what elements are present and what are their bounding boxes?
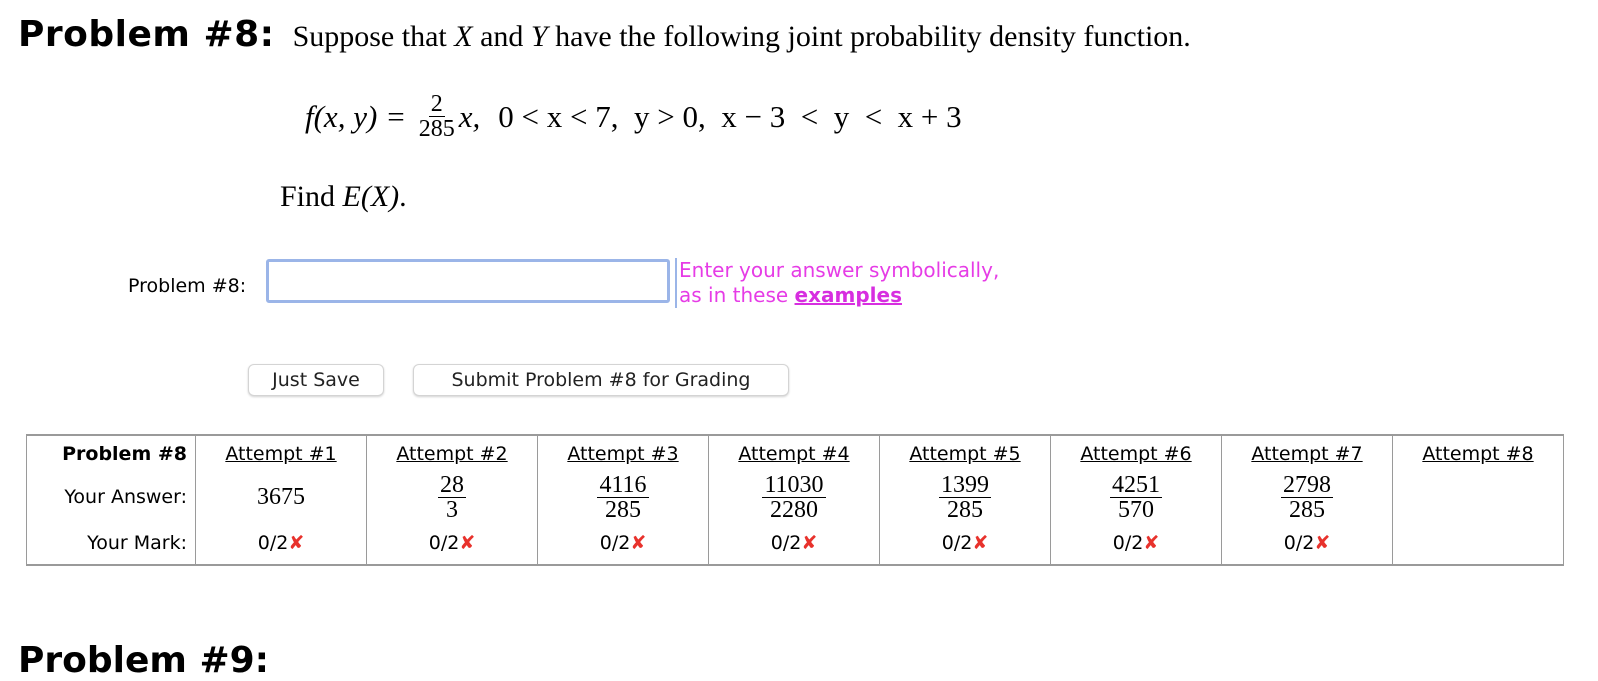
wrong-x-icon: ✘	[288, 532, 305, 554]
attempt-6-mark: 0/2✘	[1050, 522, 1222, 566]
hint-line-1: Enter your answer symbolically,	[679, 258, 1000, 282]
wrong-x-icon: ✘	[1143, 532, 1160, 554]
submit-for-grading-button[interactable]: Submit Problem #8 for Grading	[413, 364, 789, 396]
answer-label: Problem #8:	[128, 275, 247, 297]
attempt-6-answer: 4251 570	[1050, 472, 1222, 523]
wrong-x-icon: ✘	[972, 532, 989, 554]
attempt-7-numerator: 2798	[1281, 472, 1333, 498]
attempt-4-denominator: 2280	[769, 497, 818, 523]
intro-after: have the following joint probability den…	[555, 20, 1191, 53]
marks-row: Your Mark: 0/2✘ 0/2✘ 0/2✘ 0/2✘ 0/2✘ 0/2✘…	[26, 522, 1564, 566]
answers-row: Your Answer: 3675 28 3 4116 285 11030 2280 …	[26, 472, 1564, 523]
problem-statement: Problem #8: Suppose that X and Y have th…	[18, 14, 1191, 64]
formula-rhs-var: x,	[458, 98, 481, 134]
formula-equals: =	[387, 98, 405, 134]
answer-input[interactable]	[266, 259, 670, 303]
attempt-4-score: 0/2	[770, 532, 802, 554]
attempt-1-score: 0/2	[257, 532, 289, 554]
attempt-6-denominator: 570	[1118, 497, 1154, 523]
formula-coefficient: 2 285	[417, 92, 457, 141]
wrong-x-icon: ✘	[459, 532, 476, 554]
attempt-header-3: Attempt #3	[537, 434, 709, 472]
find-instruction: Find E(X).	[280, 180, 407, 214]
attempt-header-1: Attempt #1	[195, 434, 367, 472]
attempt-8-answer	[1392, 472, 1564, 522]
attempt-3-answer: 4116 285	[537, 472, 709, 523]
attempt-header-5: Attempt #5	[879, 434, 1051, 472]
attempt-3-numerator: 4116	[597, 472, 649, 498]
attempt-2-score: 0/2	[428, 532, 460, 554]
intro-before: Suppose that	[292, 20, 447, 53]
problem-number-heading: Problem #8:	[18, 14, 275, 55]
attempt-6-numerator: 4251	[1110, 472, 1162, 498]
hint-line-2-text: as in these	[679, 283, 789, 307]
next-problem-heading: Problem #9:	[18, 640, 270, 681]
attempt-3-score: 0/2	[599, 532, 631, 554]
attempt-5-score: 0/2	[941, 532, 973, 554]
attempt-7-denominator: 285	[1289, 497, 1325, 523]
hint-line-2: as in these examples	[679, 283, 999, 308]
attempt-1-link[interactable]: Attempt #1	[225, 443, 336, 465]
attempt-7-mark: 0/2✘	[1221, 522, 1393, 566]
find-expression: E(X)	[342, 180, 400, 213]
attempt-7-answer: 2798 285	[1221, 472, 1393, 523]
attempt-header-7: Attempt #7	[1221, 434, 1393, 472]
attempt-5-numerator: 1399	[939, 472, 991, 498]
wrong-x-icon: ✘	[1314, 532, 1331, 554]
just-save-button[interactable]: Just Save	[248, 364, 384, 396]
wrong-x-icon: ✘	[630, 532, 647, 554]
attempt-header-4: Attempt #4	[708, 434, 880, 472]
attempts-table: Problem #8 Attempt #1 Attempt #2 Attempt…	[26, 434, 1564, 566]
attempt-header-2: Attempt #2	[366, 434, 538, 472]
attempt-5-answer: 1399 285	[879, 472, 1051, 523]
your-answer-label: Your Answer:	[26, 472, 196, 522]
attempt-2-answer: 28 3	[366, 472, 538, 523]
examples-link[interactable]: examples	[795, 283, 902, 307]
attempt-1-answer: 3675	[195, 472, 367, 522]
attempt-header-8: Attempt #8	[1392, 434, 1564, 472]
attempt-3-mark: 0/2✘	[537, 522, 709, 566]
attempt-2-numerator: 28	[438, 472, 466, 498]
formula-lhs: f(x, y)	[305, 98, 378, 134]
attempt-2-link[interactable]: Attempt #2	[396, 443, 507, 465]
attempt-6-link[interactable]: Attempt #6	[1080, 443, 1191, 465]
attempt-header-6: Attempt #6	[1050, 434, 1222, 472]
attempt-1-mark: 0/2✘	[195, 522, 367, 566]
find-word: Find	[280, 180, 336, 213]
attempt-3-denominator: 285	[604, 497, 641, 523]
problem-intro: Suppose that X and Y have the following …	[293, 20, 1191, 54]
coef-denominator: 285	[418, 116, 455, 142]
attempt-7-score: 0/2	[1283, 532, 1315, 554]
attempt-2-denominator: 3	[446, 497, 458, 523]
attempt-6-score: 0/2	[1112, 532, 1144, 554]
your-mark-label: Your Mark:	[26, 522, 196, 566]
var-x: X	[454, 20, 473, 53]
wrong-x-icon: ✘	[801, 532, 818, 554]
answer-hint: Enter your answer symbolically, as in th…	[675, 258, 999, 308]
formula-conditions: 0 < x < 7, y > 0, x − 3 < y < x + 3	[498, 98, 962, 134]
density-formula: f(x, y) = 2 285 x, 0 < x < 7, y > 0, x −…	[305, 92, 962, 141]
and-word: and	[480, 20, 524, 53]
attempt-5-link[interactable]: Attempt #5	[909, 443, 1020, 465]
attempt-4-answer: 11030 2280	[708, 472, 880, 523]
attempt-4-link[interactable]: Attempt #4	[738, 443, 849, 465]
var-y: Y	[530, 20, 548, 53]
attempt-5-mark: 0/2✘	[879, 522, 1051, 566]
find-period: .	[399, 180, 407, 213]
attempt-4-numerator: 11030	[762, 472, 826, 498]
attempt-4-mark: 0/2✘	[708, 522, 880, 566]
attempt-8-link[interactable]: Attempt #8	[1422, 443, 1533, 465]
attempt-7-link[interactable]: Attempt #7	[1251, 443, 1362, 465]
coef-numerator: 2	[428, 91, 445, 117]
attempt-8-mark	[1392, 522, 1564, 566]
table-problem-label: Problem #8	[26, 434, 196, 472]
attempt-5-denominator: 285	[947, 497, 983, 523]
attempts-header-row: Problem #8 Attempt #1 Attempt #2 Attempt…	[26, 434, 1564, 472]
attempt-2-mark: 0/2✘	[366, 522, 538, 566]
attempt-3-link[interactable]: Attempt #3	[567, 443, 678, 465]
